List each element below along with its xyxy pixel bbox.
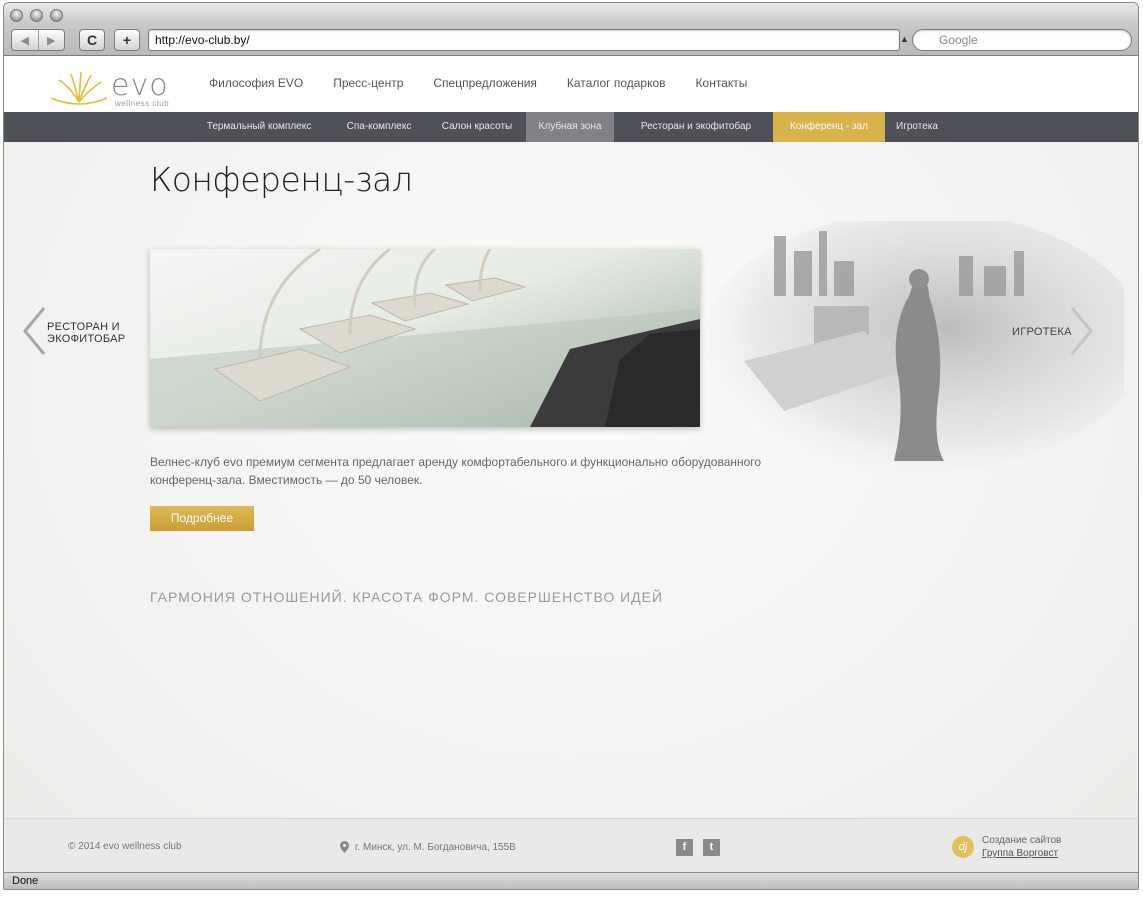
browser-toolbar: ◀ ▶ C + http://evo-club.by/ ▲ ⌕▾ Google xyxy=(4,3,1138,56)
developer-link[interactable]: Группа Ворговст xyxy=(982,847,1061,860)
nav-special-offers[interactable]: Спецпредложения xyxy=(433,76,537,90)
logo-wordmark: evo xyxy=(111,68,169,103)
status-bar: Done xyxy=(4,872,1138,889)
next-section-link[interactable]: ИГРОТЕКА xyxy=(1004,306,1104,366)
close-window-button[interactable] xyxy=(10,9,23,22)
microphones-illustration xyxy=(150,249,700,427)
slogan: ГАРМОНИЯ ОТНОШЕНИЙ. КРАСОТА ФОРМ. СОВЕРШ… xyxy=(150,589,664,605)
logo-subtitle: wellness club xyxy=(115,99,170,108)
address: г. Минск, ул. М. Богдановича, 155В xyxy=(340,841,516,853)
back-forward-buttons: ◀ ▶ xyxy=(11,29,65,51)
chevron-left-icon xyxy=(23,307,46,355)
web-page: evo wellness club Философия EVO Пресс-це… xyxy=(4,56,1138,874)
developer-credit: dj Создание сайтов Группа Ворговст xyxy=(952,834,1061,860)
nav-gift-catalog[interactable]: Каталог подарков xyxy=(567,76,666,90)
chevron-right-icon xyxy=(1070,307,1093,355)
search-input[interactable]: Google xyxy=(912,29,1132,51)
address-text: г. Минск, ул. М. Богдановича, 155В xyxy=(355,841,516,853)
map-pin-icon xyxy=(340,841,349,853)
prev-label-line2: ЭКОФИТОБАР xyxy=(47,333,126,345)
description-text: Велнес-клуб evo премиум сегмента предлаг… xyxy=(150,455,762,487)
nav-philosophy[interactable]: Философия EVO xyxy=(209,76,303,90)
conference-hall-photo xyxy=(150,249,700,427)
subnav-spa[interactable]: Спа-комплекс xyxy=(334,112,424,142)
site-header: evo wellness club Философия EVO Пресс-це… xyxy=(4,56,1138,112)
zoom-window-button[interactable] xyxy=(50,9,63,22)
sub-nav: Термальный комплекс Спа-комплекс Салон к… xyxy=(4,112,1138,142)
subnav-club-zone[interactable]: Клубная зона xyxy=(526,112,614,142)
forward-button[interactable]: ▶ xyxy=(39,34,65,47)
sun-rays-icon xyxy=(50,71,108,105)
main-nav: Философия EVO Пресс-центр Спецпредложени… xyxy=(209,76,747,90)
prev-label-line1: РЕСТОРАН И xyxy=(47,321,120,333)
nav-contacts[interactable]: Контакты xyxy=(696,76,748,90)
site-footer: © 2014 evo wellness club г. Минск, ул. М… xyxy=(4,818,1138,874)
page-title: Конференц-зал xyxy=(150,160,413,199)
address-bar[interactable]: http://evo-club.by/ xyxy=(148,29,900,51)
minimize-window-button[interactable] xyxy=(30,9,43,22)
evo-logo[interactable]: evo wellness club xyxy=(49,66,189,108)
browser-window: ◀ ▶ C + http://evo-club.by/ ▲ ⌕▾ Google … xyxy=(3,2,1139,890)
twitter-icon[interactable]: t xyxy=(703,839,720,856)
subnav-beauty-salon[interactable]: Салон красоты xyxy=(432,112,522,142)
prev-section-label: РЕСТОРАН И ЭКОФИТОБАР xyxy=(47,321,125,345)
nav-press-center[interactable]: Пресс-центр xyxy=(333,76,403,90)
plus-icon: + xyxy=(122,32,132,48)
developer-caption: Создание сайтов xyxy=(982,835,1062,846)
more-button[interactable]: Подробнее xyxy=(150,506,254,531)
subnav-game-room[interactable]: Игротека xyxy=(888,112,946,142)
add-bookmark-button[interactable]: + xyxy=(114,29,140,51)
reload-icon: C xyxy=(86,32,98,48)
prev-section-link[interactable]: РЕСТОРАН И ЭКОФИТОБАР xyxy=(22,306,132,366)
developer-logo-icon: dj xyxy=(952,836,974,858)
url-dropdown-icon[interactable]: ▲ xyxy=(900,34,909,44)
subnav-thermal[interactable]: Термальный комплекс xyxy=(196,112,322,142)
facebook-icon[interactable]: f xyxy=(676,839,693,856)
subnav-restaurant[interactable]: Ресторан и экофитобар xyxy=(624,112,768,142)
back-button[interactable]: ◀ xyxy=(12,34,38,47)
reload-button[interactable]: C xyxy=(79,29,105,51)
copyright-text: © 2014 evo wellness club xyxy=(68,841,182,852)
social-links: f t xyxy=(676,839,720,856)
subnav-conference-hall[interactable]: Конференц - зал xyxy=(773,112,885,142)
developer-text: Создание сайтов Группа Ворговст xyxy=(982,834,1061,860)
next-section-label: ИГРОТЕКА xyxy=(1012,326,1072,338)
